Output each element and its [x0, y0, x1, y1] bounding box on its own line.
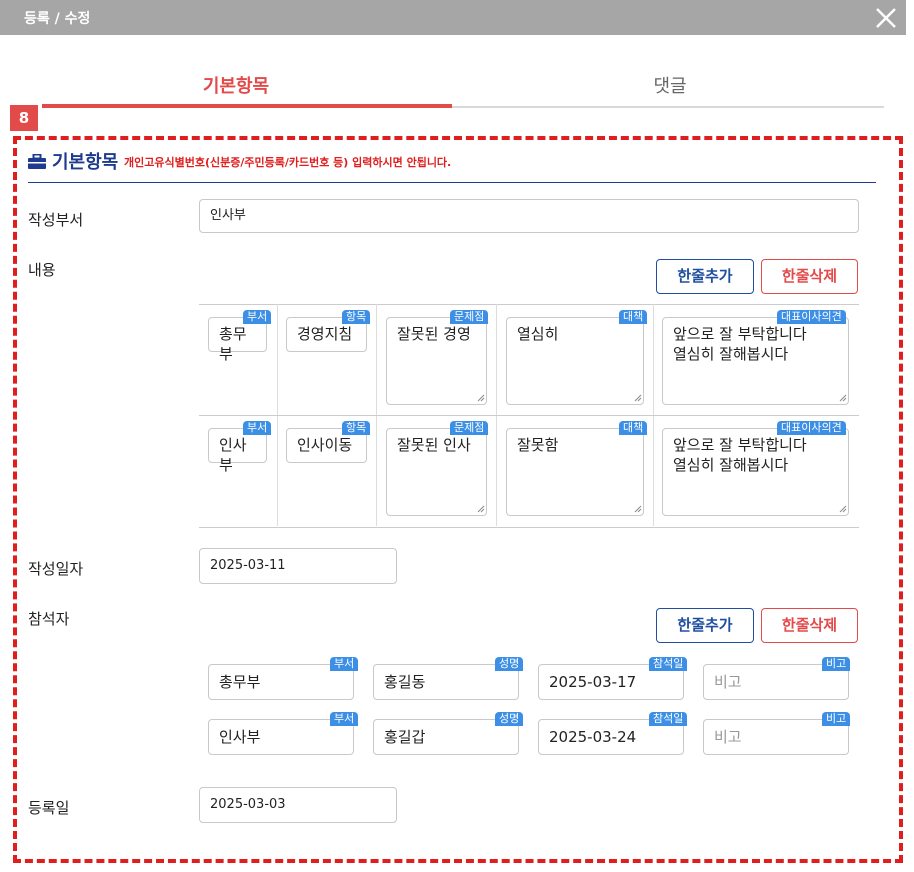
content-ceo-opinion-textarea[interactable]: 앞으로 잘 부탁합니다 열심히 잘해봅시다: [662, 428, 849, 516]
reg-date-label: 등록일: [28, 799, 70, 817]
privacy-warning: 개인고유식별번호(신분증/주민등록/카드번호 등) 입력하시면 안됩니다.: [124, 156, 452, 169]
content-delete-row-button[interactable]: 한줄삭제: [761, 259, 858, 294]
content-add-row-button[interactable]: 한줄추가: [656, 259, 754, 294]
field-tag: 참석일: [649, 712, 688, 726]
field-tag: 성명: [495, 712, 524, 726]
resize-grip-icon[interactable]: [634, 394, 642, 402]
field-tag: 부서: [243, 421, 272, 435]
resize-grip-icon[interactable]: [839, 505, 847, 513]
content-ceo-opinion-textarea[interactable]: 앞으로 잘 부탁합니다 열심히 잘해봅시다: [662, 317, 849, 405]
field-tag: 항목: [342, 421, 371, 435]
field-tag: 비고: [822, 657, 851, 671]
grid-row-divider: [199, 415, 859, 416]
dept-input[interactable]: 인사부: [199, 199, 859, 233]
attendee-delete-row-button[interactable]: 한줄삭제: [761, 608, 858, 643]
active-tab-indicator: [42, 104, 452, 108]
attendee-add-row-button[interactable]: 한줄추가: [656, 608, 754, 643]
content-problem-textarea[interactable]: 잘못된 인사: [386, 428, 487, 516]
field-tag: 부서: [330, 712, 359, 726]
content-problem-textarea[interactable]: 잘못된 경영: [386, 317, 487, 405]
section-divider: [28, 182, 876, 183]
field-tag: 항목: [342, 310, 371, 324]
field-tag: 대표이사의견: [777, 421, 846, 435]
field-tag: 대책: [619, 310, 648, 324]
dept-label: 작성부서: [28, 211, 84, 229]
close-icon[interactable]: [874, 6, 898, 30]
reg-date-input[interactable]: 2025-03-03: [199, 787, 397, 823]
field-tag: 비고: [822, 712, 851, 726]
step-badge: 8: [10, 105, 38, 131]
resize-grip-icon[interactable]: [477, 505, 485, 513]
briefcase-icon: [28, 153, 46, 173]
dialog-title: 등록 / 수정: [24, 11, 91, 27]
field-tag: 부서: [243, 310, 272, 324]
resize-grip-icon[interactable]: [634, 505, 642, 513]
resize-grip-icon[interactable]: [477, 394, 485, 402]
content-measure-textarea[interactable]: 잘못함: [506, 428, 644, 516]
resize-grip-icon[interactable]: [839, 394, 847, 402]
tab-basic-items[interactable]: 기본항목: [200, 72, 272, 98]
tab-comments[interactable]: 댓글: [640, 72, 700, 98]
field-tag: 대표이사의견: [777, 310, 846, 324]
section-title: 기본항목: [52, 152, 119, 173]
attendees-label: 참석자: [28, 610, 70, 628]
field-tag: 대책: [619, 421, 648, 435]
tab-underline: [452, 106, 884, 108]
content-measure-textarea[interactable]: 열심히: [506, 317, 644, 405]
dialog-titlebar: 등록 / 수정: [0, 0, 906, 35]
date-label: 작성일자: [28, 560, 84, 578]
field-tag: 성명: [495, 657, 524, 671]
date-input[interactable]: 2025-03-11: [199, 548, 397, 584]
field-tag: 부서: [330, 657, 359, 671]
field-tag: 참석일: [649, 657, 688, 671]
field-tag: 문제점: [450, 421, 489, 435]
field-tag: 문제점: [450, 310, 489, 324]
content-label: 내용: [28, 261, 56, 279]
